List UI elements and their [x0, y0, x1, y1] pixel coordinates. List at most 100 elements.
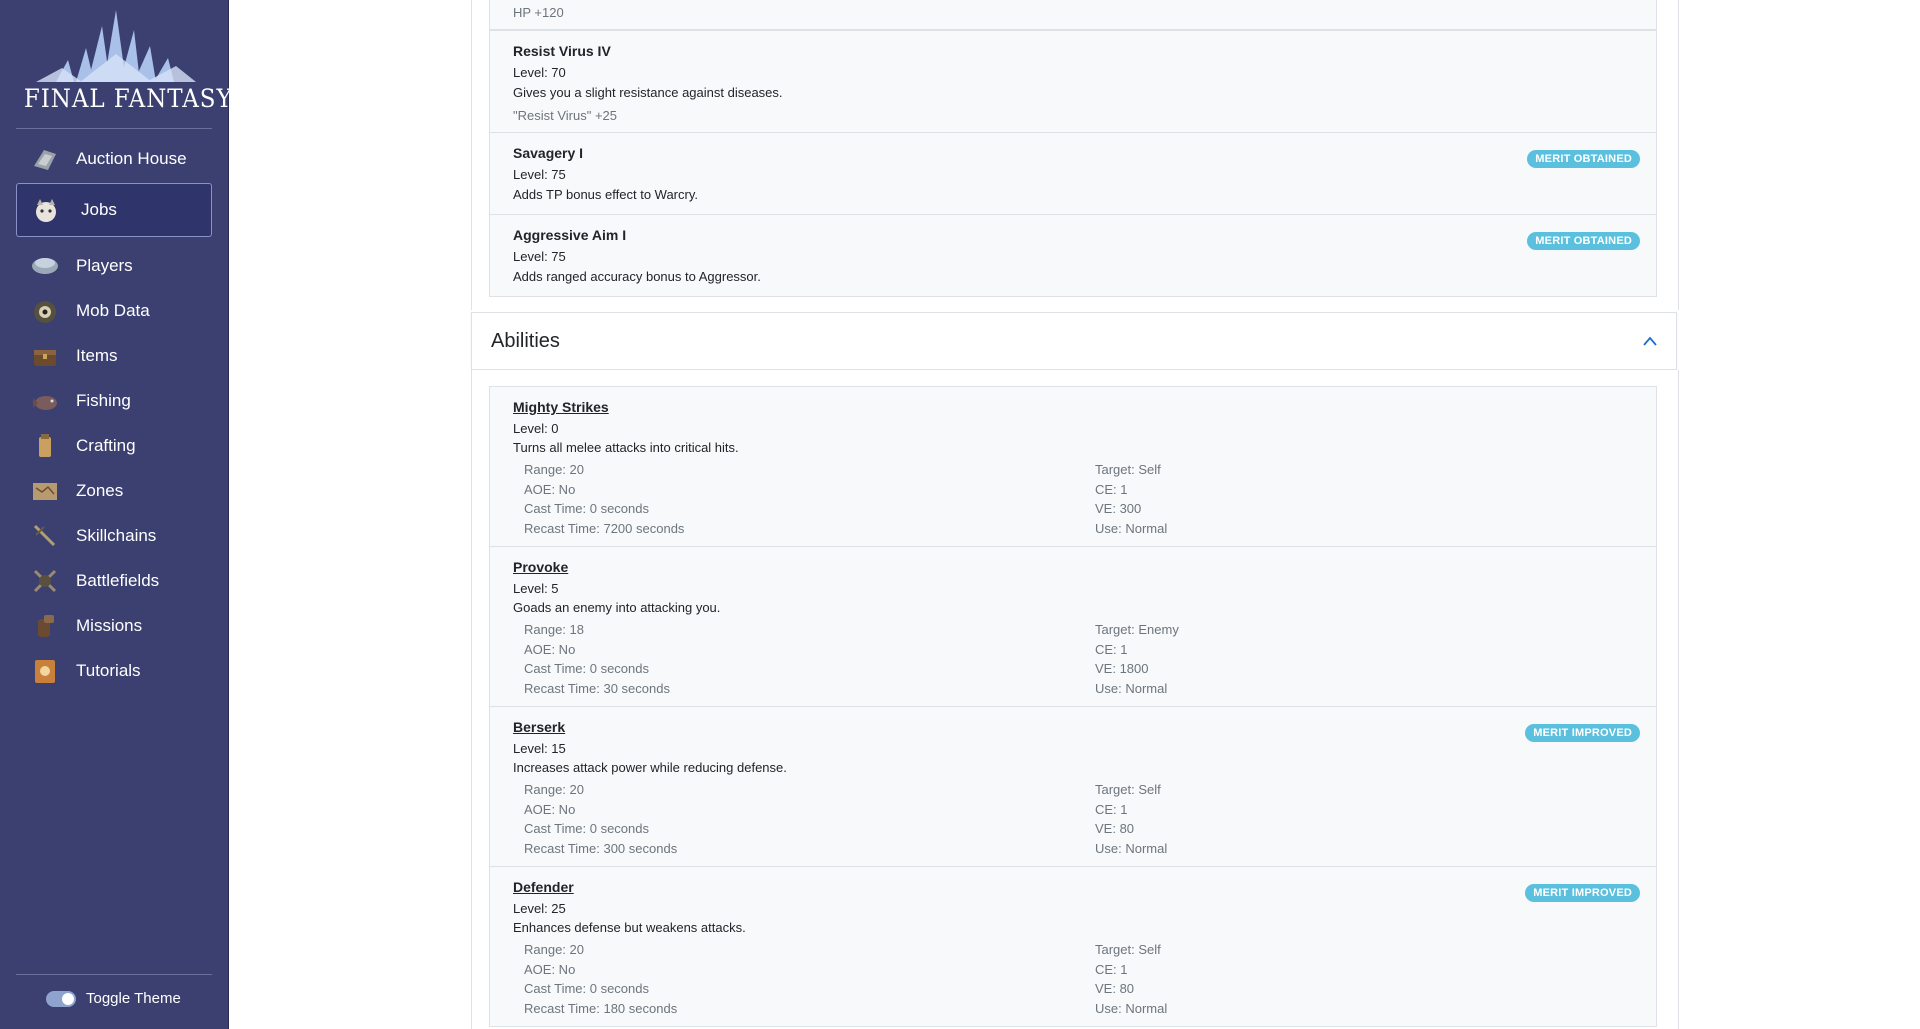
ability-card: Berserk MERIT IMPROVED Level: 15 Increas…	[489, 706, 1657, 867]
sidebar-item-items[interactable]: Items	[0, 333, 228, 378]
merit-description: Adds TP bonus effect to Warcry.	[513, 187, 698, 202]
sidebar-item-label: Battlefields	[76, 570, 160, 590]
ability-target: Target: Self	[1095, 942, 1161, 957]
sidebar-item-auction-house[interactable]: Auction House	[0, 136, 228, 181]
merit-level: Level: 70	[513, 65, 566, 80]
ability-ce: CE: 1	[1095, 962, 1128, 977]
sidebar-item-label: Zones	[76, 480, 124, 500]
ability-recast-time: Recast Time: 300 seconds	[524, 841, 678, 856]
ability-cast-time: Cast Time: 0 seconds	[524, 981, 649, 996]
ability-aoe: AOE: No	[524, 642, 576, 657]
sidebar-item-missions[interactable]: Missions	[0, 603, 228, 648]
sidebar-item-players[interactable]: Players	[0, 243, 228, 288]
ability-ve: VE: 80	[1095, 821, 1135, 836]
merit-card: Resist Virus IV Level: 70 Gives you a sl…	[489, 30, 1657, 133]
ability-name-link[interactable]: Provoke	[513, 559, 568, 575]
sidebar-bottom-divider	[16, 974, 212, 975]
fishing-icon	[33, 395, 57, 410]
skillchains-sword-icon	[33, 524, 56, 546]
sidebar-item-fishing[interactable]: Fishing	[0, 378, 228, 423]
merit-card: Savagery I MERIT OBTAINED Level: 75 Adds…	[489, 132, 1657, 215]
ability-ce: CE: 1	[1095, 802, 1128, 817]
merit-stat: "Resist Virus" +25	[513, 108, 618, 123]
merit-obtained-badge: MERIT OBTAINED	[1527, 232, 1640, 250]
merit-description: Gives you a slight resistance against di…	[513, 85, 783, 100]
ability-use: Use: Normal	[1095, 521, 1168, 536]
sidebar-item-label: Crafting	[76, 435, 136, 455]
chevron-up-icon[interactable]	[1642, 335, 1658, 347]
merit-description: Adds ranged accuracy bonus to Aggressor.	[513, 269, 761, 284]
tutorials-book-icon	[35, 659, 55, 683]
sidebar: FINAL FANTASY XI Auction House Jobs Play…	[0, 0, 269, 1029]
ability-cast-time: Cast Time: 0 seconds	[524, 661, 649, 676]
merit-stat: HP +120	[513, 5, 564, 20]
sidebar-item-mob-data[interactable]: Mob Data	[0, 288, 228, 333]
battlefields-icon	[33, 569, 57, 592]
ability-range: Range: 20	[524, 462, 584, 477]
missions-icon	[38, 614, 54, 637]
ability-recast-time: Recast Time: 7200 seconds	[524, 521, 685, 536]
auction-house-icon	[34, 149, 56, 170]
ability-recast-time: Recast Time: 30 seconds	[524, 681, 670, 696]
sidebar-item-label: Items	[76, 345, 118, 365]
logo-title: FINAL FANTASY XI	[23, 84, 269, 113]
toggle-switch-icon	[46, 990, 76, 1007]
ability-description: Enhances defense but weakens attacks.	[513, 920, 746, 935]
sidebar-item-label: Skillchains	[76, 525, 157, 545]
sidebar-item-jobs[interactable]: Jobs	[16, 183, 212, 237]
sidebar-item-label: Tutorials	[76, 660, 141, 680]
merit-name: Resist Virus IV	[513, 43, 611, 59]
merit-level: Level: 75	[513, 249, 566, 264]
ability-card: Provoke Level: 5 Goads an enemy into att…	[489, 546, 1657, 707]
sidebar-item-label: Players	[76, 255, 133, 275]
ability-card: Defender MERIT IMPROVED Level: 25 Enhanc…	[489, 866, 1657, 1027]
ability-aoe: AOE: No	[524, 962, 576, 977]
ability-ce: CE: 1	[1095, 642, 1128, 657]
merit-obtained-badge: MERIT OBTAINED	[1527, 150, 1640, 168]
sidebar-nav: Auction House Jobs Players Mob Data Item…	[0, 136, 228, 693]
ability-cast-time: Cast Time: 0 seconds	[524, 501, 649, 516]
ability-name-link[interactable]: Mighty Strikes	[513, 399, 609, 415]
ability-target: Target: Enemy	[1095, 622, 1179, 637]
ability-level: Level: 15	[513, 741, 566, 756]
final-fantasy-xi-logo[interactable]: FINAL FANTASY XI	[16, 8, 269, 120]
merit-name: Savagery I	[513, 145, 584, 161]
sidebar-item-zones[interactable]: Zones	[0, 468, 228, 513]
ability-name-link[interactable]: Berserk	[513, 719, 565, 735]
items-chest-icon	[34, 349, 56, 366]
ability-aoe: AOE: No	[524, 482, 576, 497]
ability-level: Level: 0	[513, 421, 559, 436]
ability-level: Level: 5	[513, 581, 559, 596]
ability-description: Increases attack power while reducing de…	[513, 760, 787, 775]
merit-card-partial: HP +120	[489, 0, 1657, 30]
ability-ve: VE: 300	[1095, 501, 1142, 516]
ability-aoe: AOE: No	[524, 802, 576, 817]
ability-cast-time: Cast Time: 0 seconds	[524, 821, 649, 836]
ability-description: Goads an enemy into attacking you.	[513, 600, 721, 615]
ability-recast-time: Recast Time: 180 seconds	[524, 1001, 678, 1016]
ability-card: Mighty Strikes Level: 0 Turns all melee …	[489, 386, 1657, 547]
merit-improved-badge: MERIT IMPROVED	[1525, 884, 1640, 902]
crystal-art-icon	[36, 10, 196, 82]
sidebar-item-crafting[interactable]: Crafting	[0, 423, 228, 468]
crafting-icon	[39, 433, 51, 457]
ability-use: Use: Normal	[1095, 1001, 1168, 1016]
sidebar-item-label: Fishing	[76, 390, 131, 410]
merit-level: Level: 75	[513, 167, 566, 182]
zones-map-icon	[33, 482, 57, 500]
merit-name: Aggressive Aim I	[513, 227, 627, 243]
sidebar-item-label: Jobs	[81, 200, 117, 219]
ability-ve: VE: 1800	[1095, 661, 1149, 676]
sidebar-item-tutorials[interactable]: Tutorials	[0, 648, 228, 693]
ability-target: Target: Self	[1095, 462, 1161, 477]
jobs-moogle-icon	[36, 199, 56, 222]
toggle-theme-switch[interactable]: Toggle Theme	[46, 990, 181, 1007]
sidebar-item-skillchains[interactable]: Skillchains	[0, 513, 228, 558]
abilities-section-header[interactable]: Abilities	[471, 312, 1677, 370]
ability-name-link[interactable]: Defender	[513, 879, 574, 895]
ability-description: Turns all melee attacks into critical hi…	[513, 440, 739, 455]
ability-range: Range: 20	[524, 782, 584, 797]
mob-data-icon	[34, 300, 56, 323]
sidebar-item-battlefields[interactable]: Battlefields	[0, 558, 228, 603]
sidebar-divider	[16, 128, 212, 129]
